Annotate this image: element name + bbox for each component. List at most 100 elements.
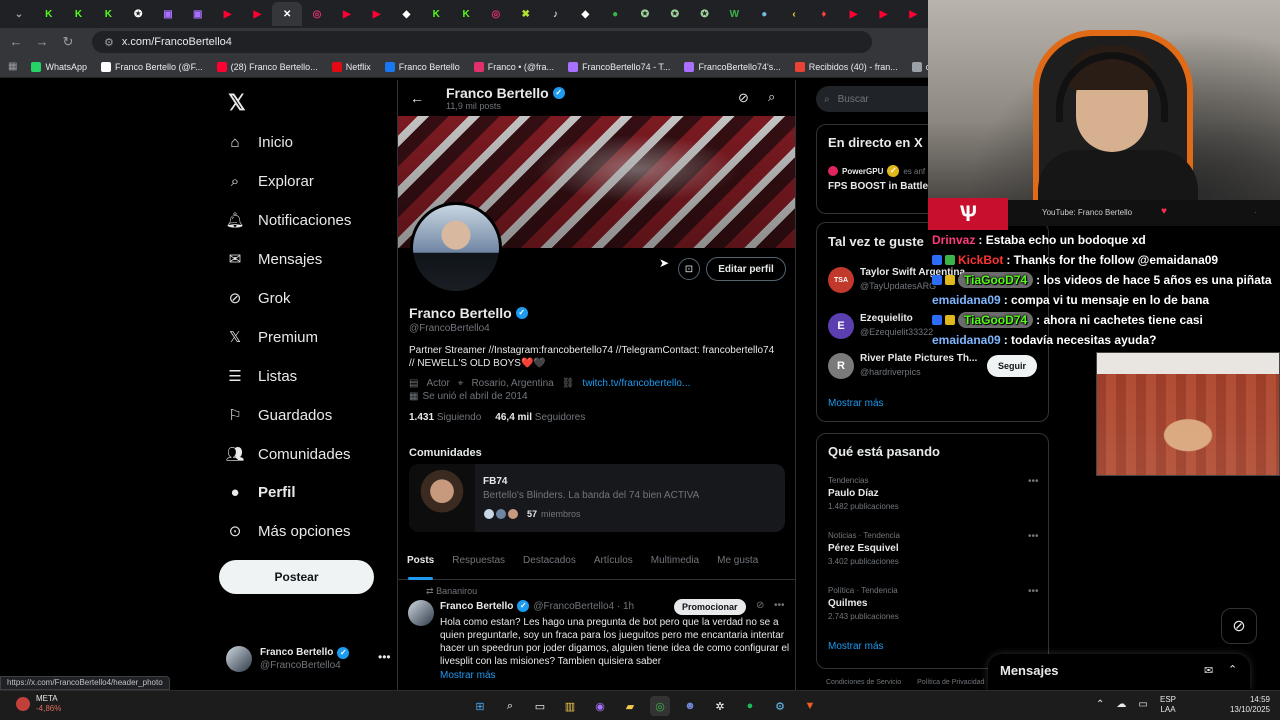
- chrome-icon[interactable]: ◎: [650, 696, 670, 716]
- following-link[interactable]: 1.431 Siguiendo: [409, 412, 481, 423]
- grok-analyze-icon[interactable]: ⊡: [678, 258, 700, 280]
- browser-tab[interactable]: ◎: [481, 2, 511, 26]
- tab-posts[interactable]: Posts: [398, 550, 443, 580]
- bookmark-item[interactable]: outlook: [911, 61, 928, 72]
- live-stream-title[interactable]: FPS BOOST in Battle: [828, 181, 928, 192]
- grok-float-button[interactable]: ⊘: [1221, 608, 1257, 644]
- nav-item-grok[interactable]: ⊘ Grok: [226, 283, 291, 313]
- nav-item-bookmark[interactable]: ⚐ Guardados: [226, 400, 332, 430]
- obs-icon[interactable]: ◉: [590, 696, 610, 716]
- browser-tab[interactable]: W: [720, 2, 750, 26]
- show-more-link[interactable]: Mostrar más: [440, 670, 496, 681]
- forward-arrow-icon[interactable]: →: [34, 34, 50, 50]
- grok-icon[interactable]: ⊘: [738, 90, 749, 106]
- cloud-icon[interactable]: ☁: [1116, 699, 1126, 710]
- browser-tab[interactable]: ▣: [153, 2, 183, 26]
- nav-item-x[interactable]: 𝕏 Premium: [226, 322, 318, 352]
- trend-item[interactable]: Tendencias Paulo Díaz 1.482 publicaciones •…: [828, 476, 1039, 511]
- footer-terms-link[interactable]: Condiciones de Servicio: [826, 679, 901, 686]
- post[interactable]: ⇄ Bananirou Franco Bertello ✓ @FrancoBer…: [398, 582, 795, 690]
- browser-tab[interactable]: ✪: [630, 2, 660, 26]
- browser-tab[interactable]: ◆: [392, 2, 422, 26]
- browser-tab[interactable]: ♪: [541, 2, 571, 26]
- browser-tab[interactable]: ‹: [779, 2, 809, 26]
- browser-tab[interactable]: ▶: [869, 2, 899, 26]
- bookmark-item[interactable]: FrancoBertello74 - T...: [568, 61, 670, 72]
- nav-item-person[interactable]: ● Perfil: [226, 477, 295, 507]
- browser-tab[interactable]: ▶: [362, 2, 392, 26]
- tab-artículos[interactable]: Artículos: [585, 550, 642, 580]
- show-more-link[interactable]: Mostrar más: [828, 641, 884, 652]
- browser-tab[interactable]: ✪: [123, 2, 153, 26]
- address-bar[interactable]: ⚙ x.com/FrancoBertello4: [92, 31, 872, 53]
- suggestion-item[interactable]: R River Plate Pictures Th... @hardriverpic…: [828, 351, 1038, 383]
- bookmark-item[interactable]: WhatsApp: [31, 61, 87, 72]
- tab-multimedia[interactable]: Multimedia: [642, 550, 708, 580]
- brave-icon[interactable]: ▼: [800, 696, 820, 716]
- new-message-icon[interactable]: ✉: [1204, 664, 1213, 677]
- site-info-icon[interactable]: ⚙: [104, 36, 114, 49]
- browser-tab[interactable]: ✪: [660, 2, 690, 26]
- promote-button[interactable]: Promocionar: [674, 599, 746, 615]
- more-dots-icon[interactable]: •••: [1028, 586, 1039, 597]
- show-more-link[interactable]: Mostrar más: [828, 398, 884, 409]
- tab-respuestas[interactable]: Respuestas: [443, 550, 514, 580]
- apps-grid-icon[interactable]: ▦: [8, 61, 17, 72]
- grok-icon[interactable]: ⊘: [756, 600, 764, 611]
- task-view-icon[interactable]: ▭: [530, 696, 550, 716]
- account-switcher[interactable]: Franco Bertello ✓ @FrancoBertello4 •••: [226, 642, 391, 676]
- browser-tab[interactable]: ●: [600, 2, 630, 26]
- browser-tab[interactable]: ◆: [570, 2, 600, 26]
- nav-item-home[interactable]: ⌂ Inicio: [226, 127, 293, 157]
- post-author[interactable]: Franco Bertello: [440, 601, 513, 612]
- discord-icon[interactable]: ☻: [680, 696, 700, 716]
- network-icon[interactable]: ▭: [1138, 699, 1147, 710]
- browser-tab[interactable]: ●: [749, 2, 779, 26]
- browser-tab[interactable]: ▣: [183, 2, 213, 26]
- nav-item-list[interactable]: ☰ Listas: [226, 361, 297, 391]
- store-icon[interactable]: ▥: [560, 696, 580, 716]
- bookmark-item[interactable]: (28) Franco Bertello...: [216, 61, 318, 72]
- profile-link[interactable]: twitch.tv/francobertello...: [582, 378, 690, 389]
- reload-icon[interactable]: ↻: [60, 34, 76, 50]
- more-dots-icon[interactable]: •••: [378, 650, 391, 664]
- app-icon[interactable]: ✲: [710, 696, 730, 716]
- followers-link[interactable]: 46,4 mil Seguidores: [495, 412, 585, 423]
- tab-destacados[interactable]: Destacados: [514, 550, 585, 580]
- nav-item-more-circle[interactable]: ⊙ Más opciones: [226, 516, 351, 546]
- bookmark-item[interactable]: Recibidos (40) - fran...: [794, 61, 898, 72]
- browser-tab[interactable]: ◎: [302, 2, 332, 26]
- nav-item-search[interactable]: ⌕ Explorar: [226, 166, 314, 196]
- nav-item-bell[interactable]: 🔔︎ Notificaciones: [225, 205, 351, 235]
- browser-tab[interactable]: K: [451, 2, 481, 26]
- browser-tab[interactable]: ▶: [332, 2, 362, 26]
- post-button[interactable]: Postear: [219, 560, 374, 594]
- language-indicator[interactable]: ESP LAA: [1160, 695, 1176, 715]
- bookmark-item[interactable]: Franco Bertello (@F...: [100, 61, 203, 72]
- clock[interactable]: 14:59 13/10/2025: [1222, 695, 1270, 715]
- browser-tab[interactable]: ▶: [243, 2, 273, 26]
- x-logo-icon[interactable]: 𝕏: [228, 90, 246, 116]
- messages-drawer[interactable]: Mensajes ✉ ⌃: [988, 654, 1250, 690]
- browser-tab[interactable]: K: [64, 2, 94, 26]
- folder-icon[interactable]: ▰: [620, 696, 640, 716]
- trend-item[interactable]: Política · Tendencia Quilmes 2.743 publica…: [828, 586, 1039, 621]
- nav-item-people[interactable]: 👥︎ Comunidades: [225, 439, 350, 469]
- profile-photo[interactable]: [410, 202, 502, 294]
- chevron-up-icon[interactable]: ⌃: [1096, 699, 1104, 710]
- nav-item-mail[interactable]: ✉ Mensajes: [226, 244, 323, 274]
- spotify-icon[interactable]: ●: [740, 696, 760, 716]
- tab-list-button[interactable]: ⌄: [4, 2, 34, 26]
- bookmark-item[interactable]: Netflix: [331, 61, 371, 72]
- browser-tab[interactable]: ✖: [511, 2, 541, 26]
- bookmark-item[interactable]: Franco Bertello: [384, 61, 460, 72]
- footer-privacy-link[interactable]: Política de Privacidad: [917, 679, 984, 686]
- browser-tab[interactable]: ▶: [839, 2, 869, 26]
- bookmark-item[interactable]: Franco • (@fra...: [473, 61, 554, 72]
- more-dots-icon[interactable]: •••: [1028, 531, 1039, 542]
- more-dots-icon[interactable]: •••: [1028, 476, 1039, 487]
- expand-icon[interactable]: ⌃: [1228, 663, 1237, 676]
- back-arrow-icon[interactable]: ←: [8, 34, 24, 50]
- more-dots-icon[interactable]: •••: [774, 600, 785, 611]
- stock-widget[interactable]: META -4,86%: [16, 694, 61, 714]
